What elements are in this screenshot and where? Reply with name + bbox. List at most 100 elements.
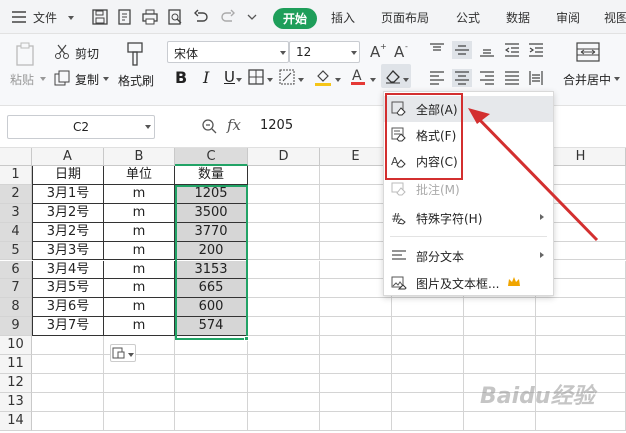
cell[interactable]	[248, 355, 320, 374]
align-center-icon[interactable]	[452, 69, 472, 87]
row-header[interactable]: 14	[0, 411, 32, 431]
header-cell[interactable]: 单位	[104, 166, 175, 185]
column-header[interactable]: C	[175, 148, 248, 166]
cell[interactable]	[392, 317, 464, 337]
fill-style-caret[interactable]	[298, 78, 304, 82]
format-painter-icon[interactable]	[125, 42, 145, 68]
cell[interactable]	[175, 355, 248, 374]
row-header[interactable]: 6	[0, 260, 32, 280]
align-bottom-icon[interactable]	[480, 43, 494, 57]
cell[interactable]	[536, 355, 626, 374]
tab-page-layout[interactable]: 页面布局	[381, 9, 429, 26]
cell[interactable]	[248, 222, 320, 242]
distribute-icon[interactable]	[529, 71, 543, 85]
zoom-formula-icon[interactable]	[201, 118, 217, 134]
data-cell[interactable]: 3月3号	[32, 241, 104, 261]
fill-style-icon[interactable]	[279, 69, 295, 85]
data-cell[interactable]: m	[104, 260, 175, 280]
menu-item-picture-textbox[interactable]: 图片及文本框...	[384, 270, 553, 296]
bold-button[interactable]: B	[175, 68, 187, 87]
cell[interactable]	[320, 241, 392, 261]
border-icon[interactable]	[248, 69, 264, 85]
row-header[interactable]: 2	[0, 184, 32, 204]
align-left-icon[interactable]	[430, 71, 444, 85]
file-menu[interactable]: 文件	[33, 9, 57, 26]
row-header[interactable]: 3	[0, 203, 32, 223]
row-header[interactable]: 7	[0, 279, 32, 299]
row-header[interactable]: 8	[0, 298, 32, 318]
font-size-select[interactable]: 12	[289, 41, 360, 63]
header-cell[interactable]: 数量	[175, 166, 248, 185]
tab-data[interactable]: 数据	[506, 9, 530, 26]
row-header[interactable]: 9	[0, 317, 32, 337]
tab-view[interactable]: 视图	[604, 9, 626, 26]
font-size-caret[interactable]	[351, 51, 357, 55]
undo-icon[interactable]	[193, 9, 209, 25]
border-caret[interactable]	[267, 78, 273, 82]
data-cell[interactable]: 3月1号	[32, 184, 104, 204]
decrease-font-icon[interactable]: A-	[393, 42, 411, 60]
justify-icon[interactable]	[505, 71, 519, 85]
cell[interactable]	[248, 260, 320, 280]
cell[interactable]	[392, 298, 464, 318]
row-header[interactable]: 11	[0, 355, 32, 374]
cell[interactable]	[248, 392, 320, 412]
cell[interactable]	[320, 166, 392, 185]
row-header[interactable]: 4	[0, 222, 32, 242]
cell[interactable]	[464, 317, 536, 337]
cell[interactable]	[104, 411, 175, 431]
font-name-select[interactable]: 宋体	[167, 41, 289, 63]
column-header[interactable]: E	[320, 148, 392, 166]
fill-color-icon[interactable]	[314, 67, 332, 87]
cell[interactable]	[32, 411, 104, 431]
name-box-caret[interactable]	[145, 125, 151, 129]
cell[interactable]	[248, 298, 320, 318]
cell[interactable]	[320, 298, 392, 318]
cell[interactable]	[464, 336, 536, 355]
underline-button[interactable]: U	[224, 68, 235, 86]
data-cell[interactable]: m	[104, 317, 175, 337]
cell[interactable]	[320, 184, 392, 204]
data-cell[interactable]: 3月7号	[32, 317, 104, 337]
data-cell[interactable]: 3月6号	[32, 298, 104, 318]
cell[interactable]	[32, 373, 104, 393]
format-painter-label[interactable]: 格式刷	[118, 72, 154, 89]
data-cell[interactable]: 3月2号	[32, 203, 104, 223]
font-color-caret[interactable]	[370, 78, 376, 82]
paste-icon[interactable]	[15, 42, 37, 66]
cell[interactable]	[464, 411, 536, 431]
data-cell[interactable]: m	[104, 203, 175, 223]
data-cell[interactable]: m	[104, 222, 175, 242]
paste-options-caret[interactable]	[128, 353, 134, 357]
row-header[interactable]: 13	[0, 392, 32, 412]
tab-start[interactable]: 开始	[273, 8, 318, 29]
cell[interactable]	[175, 373, 248, 393]
cell[interactable]	[320, 336, 392, 355]
selection-range[interactable]	[175, 185, 248, 340]
merge-center-label[interactable]: 合并居中	[563, 71, 611, 88]
tab-formulas[interactable]: 公式	[456, 9, 480, 26]
copy-icon[interactable]	[54, 70, 70, 86]
font-color-icon[interactable]: A	[350, 66, 366, 86]
name-box[interactable]: C2	[7, 115, 155, 139]
merge-center-icon[interactable]	[576, 42, 600, 62]
column-header[interactable]: B	[104, 148, 175, 166]
increase-font-icon[interactable]: A +	[369, 42, 387, 60]
cell[interactable]	[248, 317, 320, 337]
fx-button[interactable]: fx	[227, 116, 241, 134]
cell[interactable]	[104, 392, 175, 412]
fill-color-caret[interactable]	[335, 78, 341, 82]
eraser-icon[interactable]	[385, 68, 401, 84]
cell[interactable]	[320, 392, 392, 412]
data-cell[interactable]: 3月5号	[32, 279, 104, 299]
print-preview-icon[interactable]	[167, 9, 183, 25]
data-cell[interactable]: 3月4号	[32, 260, 104, 280]
cell[interactable]	[320, 317, 392, 337]
fill-handle[interactable]	[244, 336, 249, 341]
cell[interactable]	[104, 373, 175, 393]
cell[interactable]	[175, 411, 248, 431]
cell[interactable]	[536, 317, 626, 337]
cell[interactable]	[320, 203, 392, 223]
cell[interactable]	[320, 355, 392, 374]
data-cell[interactable]: m	[104, 241, 175, 261]
